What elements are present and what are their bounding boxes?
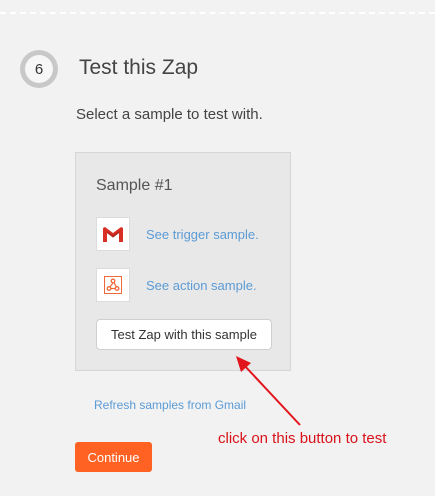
test-zap-button[interactable]: Test Zap with this sample (96, 319, 272, 350)
see-action-sample-link[interactable]: See action sample. (146, 278, 257, 293)
see-trigger-sample-link[interactable]: See trigger sample. (146, 227, 259, 242)
sample-title: Sample #1 (96, 177, 173, 194)
step-number: 6 (25, 55, 53, 83)
webhook-icon (96, 268, 130, 302)
action-sample-row: See action sample. (96, 268, 257, 302)
step-subtitle: Select a sample to test with. (76, 106, 263, 123)
refresh-samples-link[interactable]: Refresh samples from Gmail (94, 398, 246, 412)
trigger-sample-row: See trigger sample. (96, 217, 259, 251)
sample-card: Sample #1 See trigger sample. See action… (75, 152, 291, 371)
step-number-badge: 6 (20, 50, 58, 88)
step-title: Test this Zap (79, 56, 199, 79)
continue-button[interactable]: Continue (75, 442, 152, 472)
gmail-icon (96, 217, 130, 251)
section-divider (0, 12, 435, 14)
annotation-text: click on this button to test (218, 430, 387, 447)
